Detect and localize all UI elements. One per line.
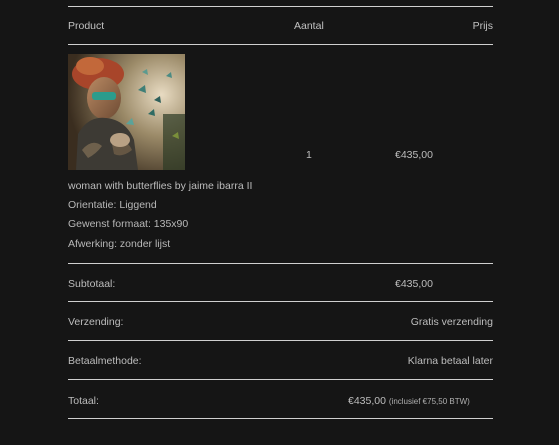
payment-method-label: Betaalmethode: <box>68 355 142 367</box>
payment-method-value: Klarna betaal later <box>407 355 493 367</box>
shipping-label: Verzending: <box>68 316 124 328</box>
total-value-group: €435,00 (inclusief €75,50 BTW) <box>348 395 470 407</box>
product-artwork-image <box>68 54 185 170</box>
shipping-value: Gratis verzending <box>410 316 493 328</box>
item-title[interactable]: woman with butterflies by jaime ibarra I… <box>68 180 252 192</box>
shipping-divider <box>68 340 493 341</box>
bottom-divider <box>68 418 493 419</box>
product-thumbnail[interactable] <box>68 54 185 170</box>
total-label: Totaal: <box>68 395 99 407</box>
item-finish: Afwerking: zonder lijst <box>68 238 171 250</box>
total-value: €435,00 <box>348 395 386 407</box>
item-price: €435,00 <box>395 149 433 161</box>
payment-divider <box>68 379 493 380</box>
subtotal-label: Subtotaal: <box>68 278 116 290</box>
item-format: Gewenst formaat: 135x90 <box>68 218 189 230</box>
column-header-price: Prijs <box>472 20 493 32</box>
item-divider <box>68 263 493 264</box>
top-divider <box>68 6 493 7</box>
item-quantity: 1 <box>306 149 312 161</box>
total-tax-note: (inclusief €75,50 BTW) <box>388 397 470 406</box>
subtotal-divider <box>68 301 493 302</box>
header-divider <box>68 44 493 45</box>
subtotal-value: €435,00 <box>395 278 433 290</box>
column-header-product: Product <box>68 20 105 32</box>
column-header-quantity: Aantal <box>294 20 324 32</box>
item-orientation: Orientatie: Liggend <box>68 199 157 211</box>
